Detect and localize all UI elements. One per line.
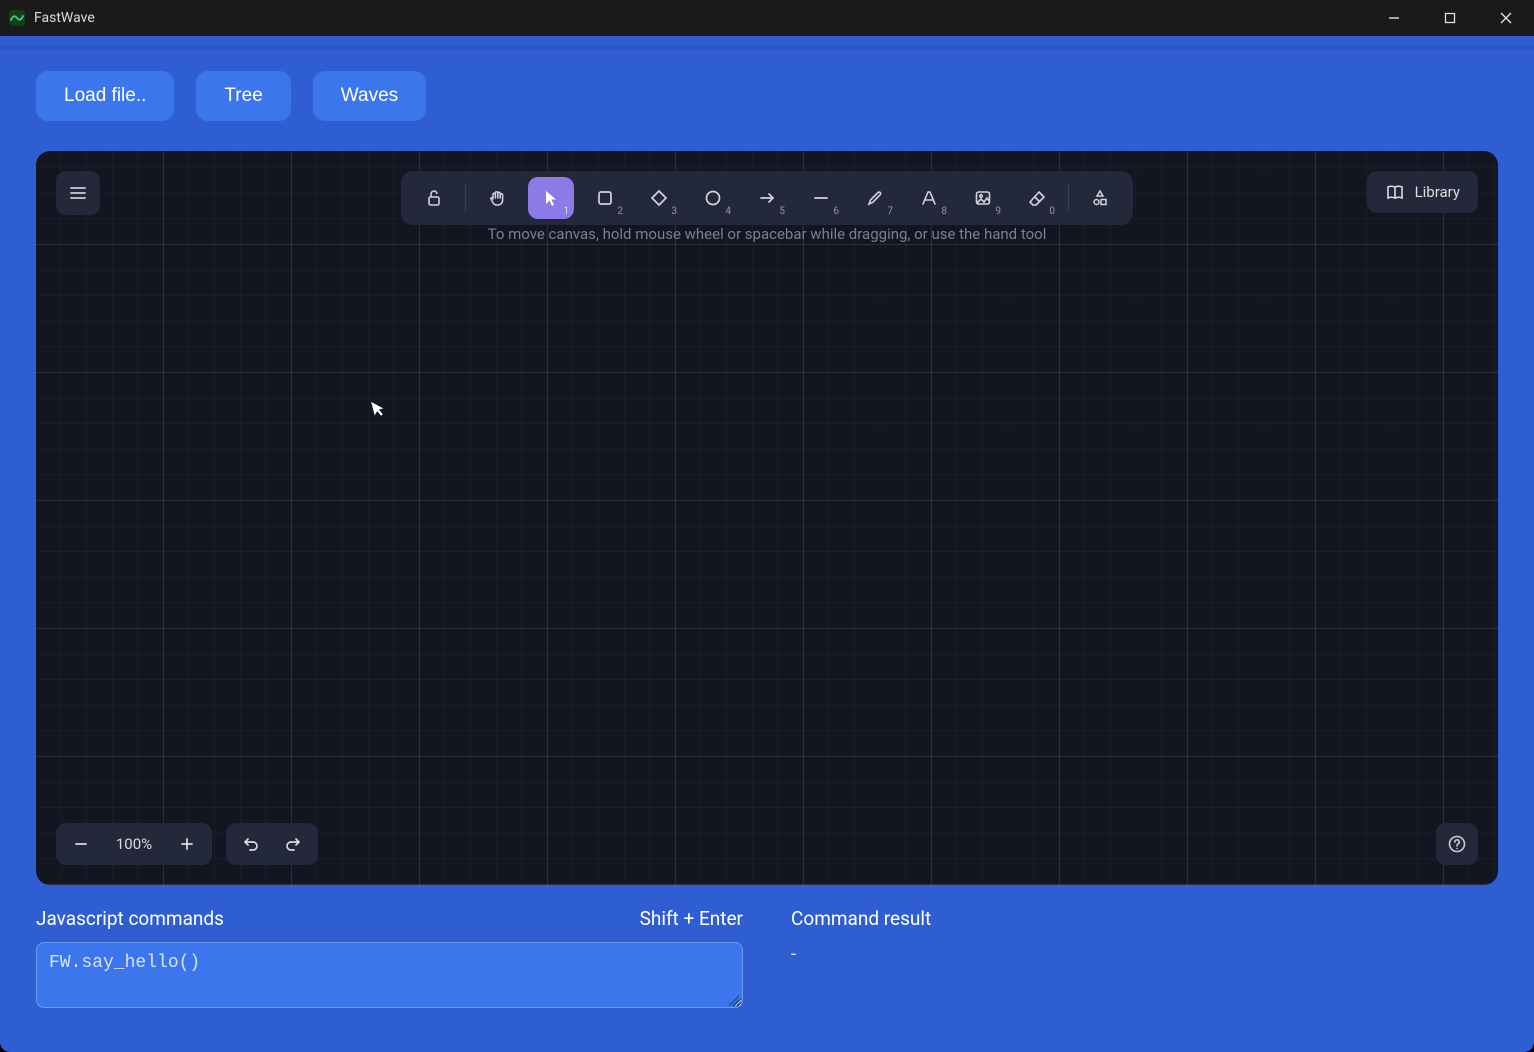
app-frame: Load file.. Tree Waves 1 bbox=[0, 36, 1534, 1052]
app-icon bbox=[8, 9, 26, 27]
commands-label: Javascript commands bbox=[36, 907, 224, 930]
zoom-in-button[interactable] bbox=[166, 823, 208, 865]
result-label: Command result bbox=[791, 907, 931, 930]
canvas-menu-button[interactable] bbox=[56, 171, 100, 215]
close-button[interactable] bbox=[1478, 0, 1534, 36]
ellipse-tool[interactable]: 4 bbox=[690, 177, 736, 219]
divider bbox=[1068, 184, 1069, 212]
pencil-tool[interactable]: 7 bbox=[852, 177, 898, 219]
minimize-button[interactable] bbox=[1366, 0, 1422, 36]
library-button[interactable]: Library bbox=[1367, 171, 1478, 213]
lock-tool[interactable] bbox=[411, 177, 457, 219]
canvas-hint: To move canvas, hold mouse wheel or spac… bbox=[488, 225, 1047, 243]
cursor-icon bbox=[370, 397, 388, 418]
hand-tool[interactable] bbox=[474, 177, 520, 219]
tree-button[interactable]: Tree bbox=[196, 71, 290, 121]
window-title: FastWave bbox=[34, 10, 95, 26]
arrow-tool[interactable]: 5 bbox=[744, 177, 790, 219]
text-tool[interactable]: 8 bbox=[906, 177, 952, 219]
commands-input[interactable]: FW.say_hello() bbox=[36, 942, 743, 1008]
undo-button[interactable] bbox=[230, 823, 272, 865]
result-value: - bbox=[791, 942, 1498, 965]
help-button[interactable] bbox=[1436, 823, 1478, 865]
zoom-level[interactable]: 100% bbox=[102, 835, 166, 853]
commands-hint: Shift + Enter bbox=[640, 907, 743, 930]
select-tool[interactable]: 1 bbox=[528, 177, 574, 219]
canvas-toolbar: 1 2 3 4 5 bbox=[401, 171, 1133, 225]
shapes-tool[interactable] bbox=[1077, 177, 1123, 219]
eraser-tool[interactable]: 0 bbox=[1014, 177, 1060, 219]
divider bbox=[465, 184, 466, 212]
canvas-panel[interactable]: 1 2 3 4 5 bbox=[36, 151, 1498, 885]
book-icon bbox=[1385, 182, 1405, 202]
zoom-out-button[interactable] bbox=[60, 823, 102, 865]
library-label: Library bbox=[1415, 183, 1460, 201]
maximize-button[interactable] bbox=[1422, 0, 1478, 36]
redo-button[interactable] bbox=[272, 823, 314, 865]
titlebar: FastWave bbox=[0, 0, 1534, 36]
command-row: Javascript commands Shift + Enter FW.say… bbox=[36, 907, 1498, 1008]
diamond-tool[interactable]: 3 bbox=[636, 177, 682, 219]
line-tool[interactable]: 6 bbox=[798, 177, 844, 219]
top-button-bar: Load file.. Tree Waves bbox=[36, 71, 1498, 121]
load-file-button[interactable]: Load file.. bbox=[36, 71, 174, 121]
zoom-group: 100% bbox=[56, 823, 318, 865]
waves-button[interactable]: Waves bbox=[313, 71, 426, 121]
image-tool[interactable]: 9 bbox=[960, 177, 1006, 219]
rectangle-tool[interactable]: 2 bbox=[582, 177, 628, 219]
